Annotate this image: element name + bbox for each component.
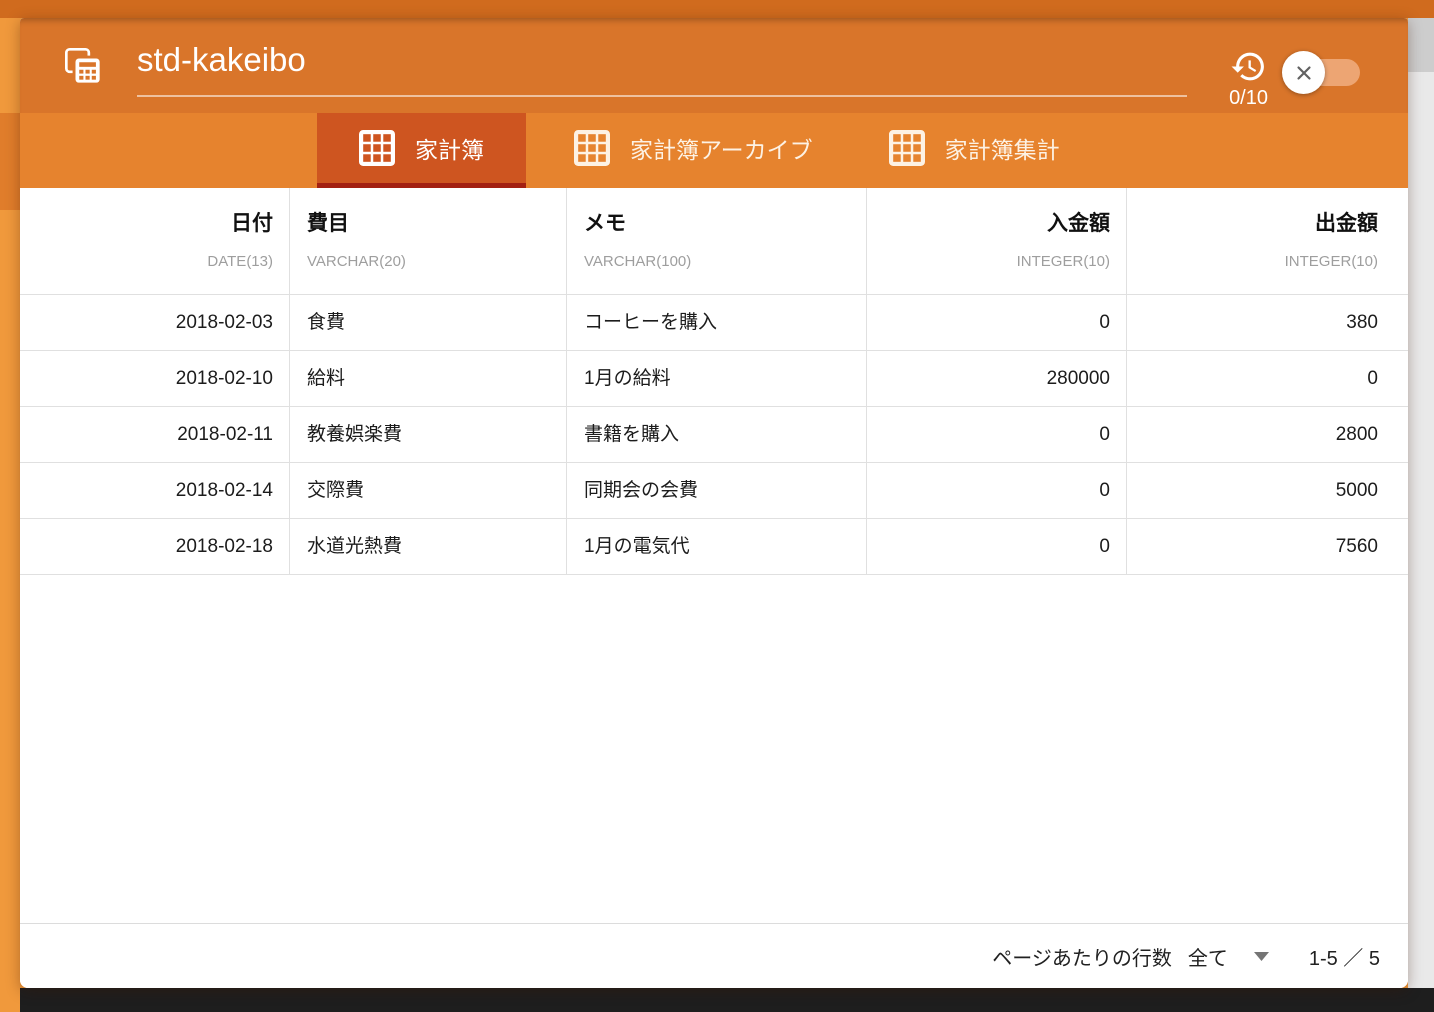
table-cell: 380 xyxy=(1127,295,1408,350)
column-name: メモ xyxy=(584,208,850,240)
table-cell: 1月の給料 xyxy=(567,351,867,406)
column-type: DATE(13) xyxy=(37,252,273,272)
table-cell: 2800 xyxy=(1127,407,1408,462)
table-row[interactable]: 2018-02-18水道光熱費1月の電気代07560 xyxy=(20,519,1408,575)
table-cell: 2018-02-11 xyxy=(20,407,290,462)
column-type: VARCHAR(100) xyxy=(584,252,850,272)
table-cell: 2018-02-18 xyxy=(20,519,290,574)
rows-per-page-value: 全て xyxy=(1188,942,1228,971)
history-counter: 0/10 xyxy=(1229,86,1268,110)
column-header[interactable]: 日付 DATE(13) xyxy=(20,188,290,294)
pagination-range: 1-5 ／ 5 xyxy=(1309,942,1380,971)
column-name: 費目 xyxy=(307,208,550,240)
table-cell: 0 xyxy=(867,463,1127,518)
table-cell: 書籍を購入 xyxy=(567,407,867,462)
tab-label: 家計簿集計 xyxy=(945,131,1060,165)
tab-label: 家計簿アーカイブ xyxy=(630,131,813,165)
table-grid-icon xyxy=(359,130,395,166)
rows-per-page-label: ページあたりの行数 xyxy=(992,942,1172,971)
table-cell: 給料 xyxy=(290,351,567,406)
bottom-dark-bar xyxy=(20,988,1434,1012)
table-header-row: 日付 DATE(13) 費目 VARCHAR(20) メモ VARCHAR(100) 入金額… xyxy=(20,188,1408,295)
table-cell: 280000 xyxy=(867,351,1127,406)
table-row[interactable]: 2018-02-10給料1月の給料2800000 xyxy=(20,351,1408,407)
column-type: INTEGER(10) xyxy=(884,252,1110,272)
column-name: 入金額 xyxy=(884,208,1110,240)
column-name: 日付 xyxy=(37,208,273,240)
column-name: 出金額 xyxy=(1144,208,1378,240)
table-row[interactable]: 2018-02-11教養娯楽費書籍を購入02800 xyxy=(20,407,1408,463)
top-strip xyxy=(0,0,1434,18)
table-dialog: std-kakeibo 0/10 家計簿 家計簿アーカイブ 家計簿集計 日付 DATE… xyxy=(20,18,1408,988)
table-row[interactable]: 2018-02-03食費コーヒーを購入0380 xyxy=(20,295,1408,351)
column-header[interactable]: 費目 VARCHAR(20) xyxy=(290,188,567,294)
close-icon xyxy=(1293,62,1315,84)
table-cell: 水道光熱費 xyxy=(290,519,567,574)
table-cell: 2018-02-03 xyxy=(20,295,290,350)
table-cell: コーヒーを購入 xyxy=(567,295,867,350)
tab-item-0[interactable]: 家計簿 xyxy=(317,113,526,188)
table-cell: 0 xyxy=(867,519,1127,574)
scrollbar-thumb[interactable] xyxy=(1408,18,1434,72)
tab-item-2[interactable]: 家計簿集計 xyxy=(861,113,1088,188)
table-cell: 2018-02-10 xyxy=(20,351,290,406)
table-grid-icon xyxy=(889,130,925,166)
table-cell: 5000 xyxy=(1127,463,1408,518)
header-toggle[interactable] xyxy=(1294,59,1360,86)
table-cell: 食費 xyxy=(290,295,567,350)
data-table: 日付 DATE(13) 費目 VARCHAR(20) メモ VARCHAR(100) 入金額… xyxy=(20,188,1408,923)
table-empty-area xyxy=(20,575,1408,923)
table-cell: 交際費 xyxy=(290,463,567,518)
table-multiple-icon xyxy=(63,46,103,86)
column-type: VARCHAR(20) xyxy=(307,252,550,272)
table-cell: 0 xyxy=(867,295,1127,350)
tab-label: 家計簿 xyxy=(415,131,484,165)
table-cell: 0 xyxy=(867,407,1127,462)
toggle-knob[interactable] xyxy=(1282,51,1325,94)
dialog-header: std-kakeibo 0/10 xyxy=(20,18,1408,113)
table-cell: 教養娯楽費 xyxy=(290,407,567,462)
column-header[interactable]: 出金額 INTEGER(10) xyxy=(1127,188,1408,294)
history-icon xyxy=(1230,48,1267,85)
tab-bar: 家計簿 家計簿アーカイブ 家計簿集計 xyxy=(20,113,1408,188)
scrollbar-track[interactable] xyxy=(1408,18,1434,988)
table-row[interactable]: 2018-02-14交際費同期会の会費05000 xyxy=(20,463,1408,519)
table-title-field[interactable]: std-kakeibo xyxy=(137,34,1187,97)
history-control[interactable]: 0/10 xyxy=(1229,48,1268,110)
tab-item-1[interactable]: 家計簿アーカイブ xyxy=(546,113,841,188)
table-cell: 2018-02-14 xyxy=(20,463,290,518)
table-cell: 同期会の会費 xyxy=(567,463,867,518)
table-footer: ページあたりの行数 全て 1-5 ／ 5 xyxy=(20,923,1408,988)
column-header[interactable]: 入金額 INTEGER(10) xyxy=(867,188,1127,294)
page-background-band xyxy=(0,113,20,210)
rows-per-page-select[interactable]: 全て xyxy=(1188,942,1269,971)
chevron-down-icon xyxy=(1254,952,1269,961)
table-body: 2018-02-03食費コーヒーを購入03802018-02-10給料1月の給料… xyxy=(20,295,1408,575)
table-cell: 1月の電気代 xyxy=(567,519,867,574)
column-type: INTEGER(10) xyxy=(1144,252,1378,272)
table-cell: 0 xyxy=(1127,351,1408,406)
column-header[interactable]: メモ VARCHAR(100) xyxy=(567,188,867,294)
table-cell: 7560 xyxy=(1127,519,1408,574)
table-grid-icon xyxy=(574,130,610,166)
